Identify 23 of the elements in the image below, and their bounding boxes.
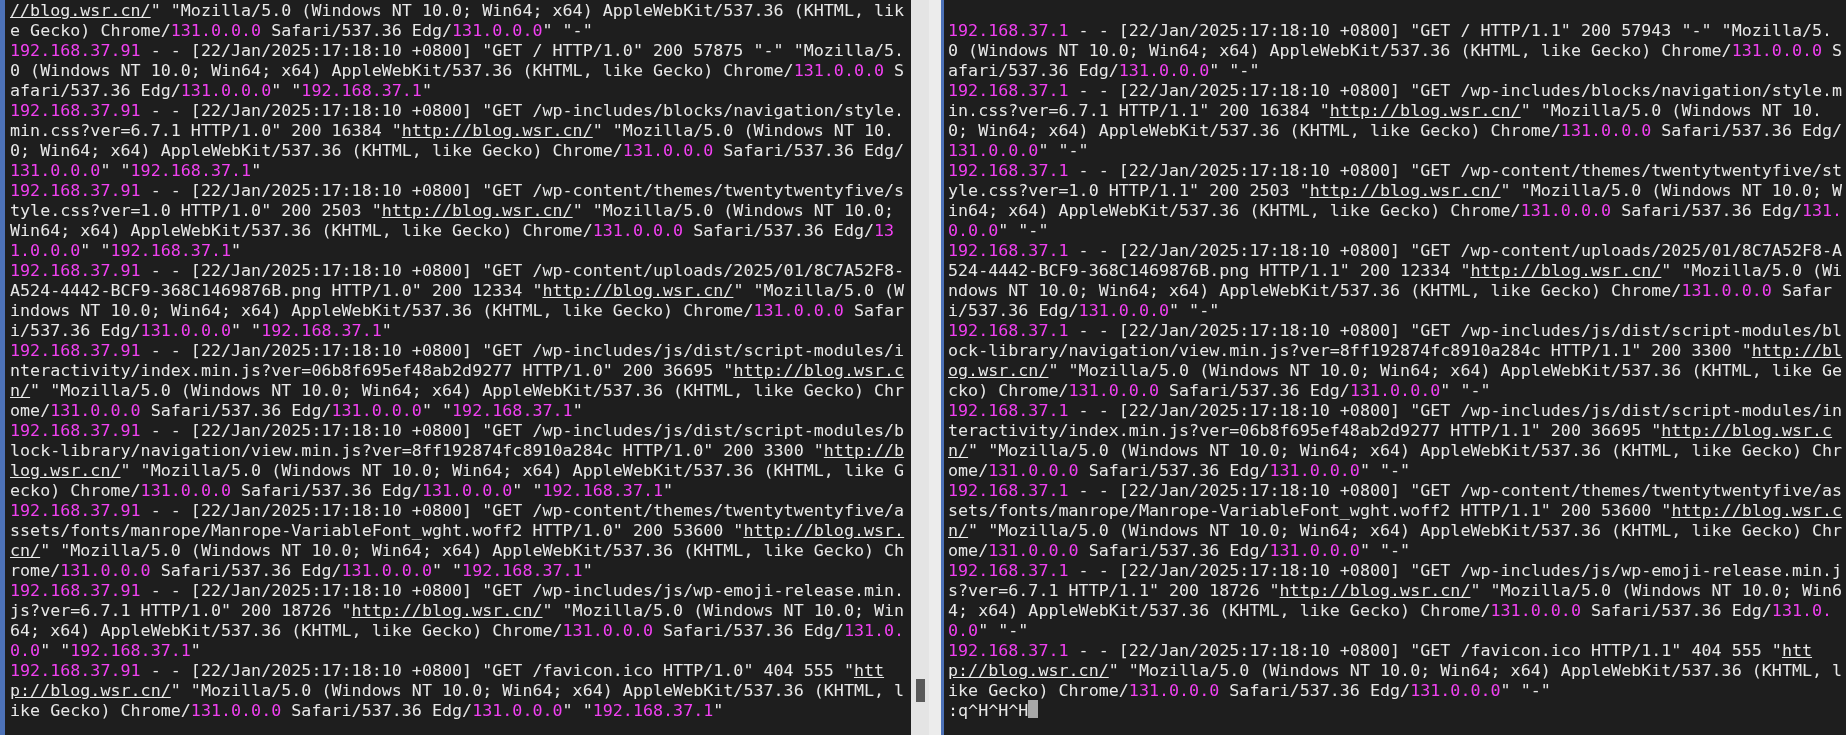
log-line: 192.168.37.1 - - [22/Jan/2025:17:18:10 +0800] "GET /wp-includes/js/dist/script-modules/block-library/navigation/view.min.js?ver=8ff192874fc8910a284c HTTP/1.1" 200 3300 "http://blog.wsr.cn/" "Mozilla/5.0 (Windows NT 10.0; Win64; x64) AppleWebKit/537.36 (KHTML, like Gecko) Chrome/131.0.0.0 Safari/537.36 Edg/131.0.0.0" "-" [948, 320, 1843, 400]
log-line: 192.168.37.1 - - [22/Jan/2025:17:18:10 +0800] "GET /wp-includes/js/dist/script-modules/interactivity/index.min.js?ver=06b8f695ef48ab2d9277 HTTP/1.1" 200 36695 "http://blog.wsr.cn/" "Mozilla/5.0 (Windows NT 10.0; Win64; x64) AppleWebKit/537.36 (KHTML, like Gecko) Chrome/131.0.0.0 Safari/537.36 Edg/131.0.0.0" "-" [948, 400, 1843, 480]
log-line: 192.168.37.1 - - [22/Jan/2025:17:18:10 +0800] "GET /wp-content/uploads/2025/01/8C7A52F8-A524-4442-BCF9-368C1469876B.png HTTP/1.1" 200 12334 "http://blog.wsr.cn/" "Mozilla/5.0 (Windows NT 10.0; Win64; x64) AppleWebKit/537.36 (KHTML, like Gecko) Chrome/131.0.0.0 Safari/537.36 Edg/131.0.0.0" "-" [948, 240, 1843, 320]
scrollbar-track[interactable] [911, 0, 929, 735]
log-line: 192.168.37.91 - - [22/Jan/2025:17:18:10 +0800] "GET /wp-includes/blocks/navigation/style.min.css?ver=6.7.1 HTTP/1.0" 200 16384 "http://blog.wsr.cn/" "Mozilla/5.0 (Windows NT 10.0; Win64; x64) AppleWebKit/537.36 (KHTML, like Gecko) Chrome/131.0.0.0 Safari/537.36 Edg/ 131.0.0.0" "192.168.37.1" [10, 100, 905, 180]
log-line: 192.168.37.91 - - [22/Jan/2025:17:18:10 +0800] "GET /wp-content/themes/twentytwentyfive/assets/fonts/manrope/Manrope-VariableFont_wght.woff2 HTTP/1.0" 200 53600 "http://blog.wsr.cn/" "Mozilla/5.0 (Windows NT 10.0; Win64; x64) AppleWebKit/537.36 (KHTML, like Gecko) Chrome/131.0.0.0 Safari/537.36 Edg/131.0.0.0" "192.168.37.1" [10, 500, 905, 580]
log-line: 192.168.37.1 - - [22/Jan/2025:17:18:10 +0800] "GET /wp-includes/js/wp-emoji-release.min.js?ver=6.7.1 HTTP/1.1" 200 18726 "http://blog.wsr.cn/" "Mozilla/5.0 (Windows NT 10.0; Win64; x64) AppleWebKit/537.36 (KHTML, like Gecko) Chrome/131.0.0.0 Safari/537.36 Edg/131.0.0.0" "-" [948, 560, 1843, 640]
log-line: 192.168.37.91 - - [22/Jan/2025:17:18:10 +0800] "GET /wp-includes/js/wp-emoji-release.min.js?ver=6.7.1 HTTP/1.0" 200 18726 "http://blog.wsr.cn/" "Mozilla/5.0 (Windows NT 10.0; Win64; x64) AppleWebKit/537.36 (KHTML, like Gecko) Chrome/131.0.0.0 Safari/537.36 Edg/131.0.0.0" "192.168.37.1" [10, 580, 905, 660]
log-line: 192.168.37.1 - - [22/Jan/2025:17:18:10 +0800] "GET /wp-content/themes/twentytwentyfive/assets/fonts/manrope/Manrope-VariableFont_wght.woff2 HTTP/1.1" 200 53600 "http://blog.wsr.cn/" "Mozilla/5.0 (Windows NT 10.0; Win64; x64) AppleWebKit/537.36 (KHTML, like Gecko) Chrome/131.0.0.0 Safari/537.36 Edg/131.0.0.0" "-" [948, 480, 1843, 560]
log-line: 192.168.37.91 - - [22/Jan/2025:17:18:10 +0800] "GET /wp-includes/js/dist/script-modules/interactivity/index.min.js?ver=06b8f695ef48ab2d9277 HTTP/1.0" 200 36695 "http://blog.wsr.cn/" "Mozilla/5.0 (Windows NT 10.0; Win64; x64) AppleWebKit/537.36 (KHTML, like Gecko) Chrome/131.0.0.0 Safari/537.36 Edg/131.0.0.0" "192.168.37.1" [10, 340, 905, 420]
log-line: 192.168.37.91 - - [22/Jan/2025:17:18:10 +0800] "GET /wp-content/themes/twentytwentyfive/style.css?ver=1.0 HTTP/1.0" 200 2503 "http://blog.wsr.cn/" "Mozilla/5.0 (Windows NT 10.0; Win64; x64) AppleWebKit/537.36 (KHTML, like Gecko) Chrome/131.0.0.0 Safari/537.36 Edg/131.0.0.0" "192.168.37.1" [10, 180, 905, 260]
log-line: 192.168.37.91 - - [22/Jan/2025:17:18:10 +0800] "GET /favicon.ico HTTP/1.0" 404 555 "http://blog.wsr.cn/" "Mozilla/5.0 (Windows NT 10.0; Win64; x64) AppleWebKit/537.36 (KHTML, like Gecko) Chrome/131.0.0.0 Safari/537.36 Edg/131.0.0.0" "192.168.37.1" [10, 660, 905, 720]
scrollbar-thumb[interactable] [915, 679, 925, 702]
log-line: 192.168.37.91 - - [22/Jan/2025:17:18:10 +0800] "GET / HTTP/1.0" 200 57875 "-" "Mozilla/5.0 (Windows NT 10.0; Win64; x64) AppleWebKit/537.36 (KHTML, like Gecko) Chrome/131.0.0.0 Safari/537.36 Edg/131.0.0.0" "192.168.37.1" [10, 40, 905, 100]
log-line: 192.168.37.1 - - [22/Jan/2025:17:18:10 +0800] "GET / HTTP/1.1" 200 57943 "-" "Mozilla/5.0 (Windows NT 10.0; Win64; x64) AppleWebKit/537.36 (KHTML, like Gecko) Chrome/131.0.0.0 Safari/537.36 Edg/131.0.0.0" "-" [948, 20, 1843, 80]
log-line: 192.168.37.1 - - [22/Jan/2025:17:18:10 +0800] "GET /favicon.ico HTTP/1.1" 404 555 "http://blog.wsr.cn/" "Mozilla/5.0 (Windows NT 10.0; Win64; x64) AppleWebKit/537.36 (KHTML, like Gecko) Chrome/131.0.0.0 Safari/537.36 Edg/131.0.0.0" "-" [948, 640, 1843, 700]
log-line: 192.168.37.1 - - [22/Jan/2025:17:18:10 +0800] "GET /wp-content/themes/twentytwentyfive/style.css?ver=1.0 HTTP/1.1" 200 2503 "http://blog.wsr.cn/" "Mozilla/5.0 (Windows NT 10.0; Win64; x64) AppleWebKit/537.36 (KHTML, like Gecko) Chrome/131.0.0.0 Safari/537.36 Edg/131.0.0.0" "-" [948, 160, 1843, 240]
log-line: 192.168.37.91 - - [22/Jan/2025:17:18:10 +0800] "GET /wp-content/uploads/2025/01/8C7A52F8-A524-4442-BCF9-368C1469876B.png HTTP/1.0" 200 12334 "http://blog.wsr.cn/" "Mozilla/5.0 (Windows NT 10.0; Win64; x64) AppleWebKit/537.36 (KHTML, like Gecko) Chrome/131.0.0.0 Safari/537.36 Edg/131.0.0.0" "192.168.37.1" [10, 260, 905, 340]
text-cursor [1028, 700, 1039, 718]
log-line: //blog.wsr.cn/" "Mozilla/5.0 (Windows NT 10.0; Win64; x64) AppleWebKit/537.36 (KHTML, like Gecko) Chrome/131.0.0.0 Safari/537.36 Edg/131.0.0.0" "-" [10, 0, 905, 40]
log-line: 192.168.37.1 - - [22/Jan/2025:17:18:10 +0800] "GET /wp-includes/blocks/navigation/style.min.css?ver=6.7.1 HTTP/1.1" 200 16384 "http://blog.wsr.cn/" "Mozilla/5.0 (Windows NT 10.0; Win64; x64) AppleWebKit/537.36 (KHTML, like Gecko) Chrome/131.0.0.0 Safari/537.36 Edg/ 131.0.0.0" "-" [948, 80, 1843, 160]
command-input[interactable]: :q^H^H^H [948, 700, 1029, 720]
log-line: 192.168.37.91 - - [22/Jan/2025:17:18:10 +0800] "GET /wp-includes/js/dist/script-modules/block-library/navigation/view.min.js?ver=8ff192874fc8910a284c HTTP/1.0" 200 3300 "http://blog.wsr.cn/" "Mozilla/5.0 (Windows NT 10.0; Win64; x64) AppleWebKit/537.36 (KHTML, like Gecko) Chrome/131.0.0.0 Safari/537.36 Edg/131.0.0.0" "192.168.37.1" [10, 420, 905, 500]
